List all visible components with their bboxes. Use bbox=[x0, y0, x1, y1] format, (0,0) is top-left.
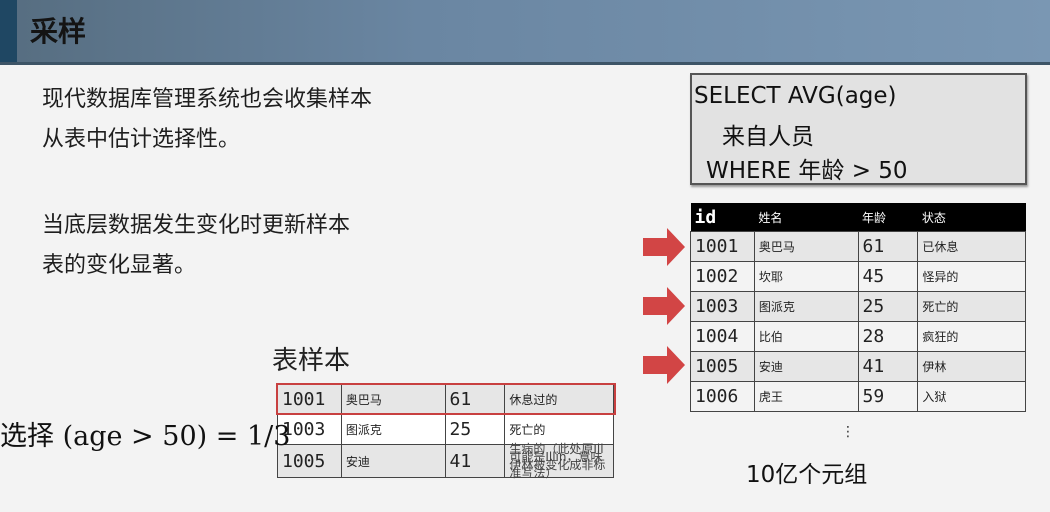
cell-status: 死亡的 bbox=[504, 414, 614, 445]
table-row: 1001 奥巴马 61 已休息 bbox=[690, 231, 1026, 262]
sample-row: 1005 安迪 41 生病的（此处原Ill可能是Illin，意味伊林被变化成非标… bbox=[277, 443, 614, 479]
cell-status: 已休息 bbox=[917, 231, 1026, 262]
column-header-name: 姓名 bbox=[754, 203, 859, 232]
table-row: 1004 比伯 28 疯狂的 bbox=[690, 321, 1026, 352]
intro-paragraph-2: 当底层数据发生变化时更新样本 表的变化显著。 bbox=[42, 206, 350, 286]
intro-line-2: 从表中估计选择性。 bbox=[42, 127, 241, 152]
cell-age: 41 bbox=[857, 351, 919, 382]
cell-status: 怪异的 bbox=[917, 261, 1026, 292]
title-accent bbox=[0, 0, 17, 62]
cell-id: 1003 bbox=[690, 291, 755, 322]
table-row: 1002 坎耶 45 怪异的 bbox=[690, 261, 1026, 292]
sample-arrow-icon bbox=[643, 228, 685, 266]
cell-name: 安迪 bbox=[340, 444, 446, 478]
cell-name: 图派克 bbox=[340, 414, 446, 445]
cell-status: 疯狂的 bbox=[917, 321, 1026, 352]
cell-name: 奥巴马 bbox=[753, 231, 859, 262]
title-bar: 采样 bbox=[0, 0, 1050, 65]
cell-id: 1004 bbox=[690, 321, 755, 352]
table-header-row: id 姓名 年龄 状态 bbox=[690, 203, 1026, 232]
cell-age: 25 bbox=[444, 414, 506, 445]
people-table: id 姓名 年龄 状态 1001 奥巴马 61 已休息 1002 坎耶 45 怪… bbox=[690, 203, 1026, 412]
cell-status: 入狱 bbox=[917, 381, 1026, 412]
cell-age: 41 bbox=[444, 444, 506, 478]
sample-row: 1003 图派克 25 死亡的 bbox=[277, 414, 614, 445]
sample-table-label: 表样本 bbox=[272, 346, 351, 376]
slide-title: 采样 bbox=[30, 15, 87, 48]
cell-id: 1001 bbox=[690, 231, 755, 262]
cell-status: 死亡的 bbox=[917, 291, 1026, 322]
table-row: 1005 安迪 41 伊林 bbox=[690, 351, 1026, 382]
ellipsis-icon: ⋮ bbox=[841, 424, 855, 440]
table-row: 1003 图派克 25 死亡的 bbox=[690, 291, 1026, 322]
cell-age: 28 bbox=[857, 321, 919, 352]
sample-highlight-box bbox=[276, 383, 616, 415]
sql-query-box: SELECT AVG(age) 来自人员 WHERE 年龄 > 50 bbox=[690, 73, 1027, 185]
column-header-status: 状态 bbox=[917, 203, 1026, 232]
cell-name: 比伯 bbox=[753, 321, 859, 352]
cell-name: 坎耶 bbox=[753, 261, 859, 292]
sql-line-2: 来自人员 bbox=[722, 124, 814, 150]
selectivity-formula: 选择 (age > 50) = 1/3 bbox=[0, 421, 291, 452]
cell-status: 伊林 bbox=[917, 351, 1026, 382]
cell-status: 生病的（此处原Ill可能是Illin，意味伊林被变化成非标准写法） bbox=[504, 443, 614, 479]
cell-id: 1002 bbox=[690, 261, 755, 292]
cell-age: 45 bbox=[857, 261, 919, 292]
intro-line-1: 现代数据库管理系统也会收集样本 bbox=[42, 87, 373, 112]
cell-id: 1006 bbox=[690, 381, 755, 412]
sample-arrow-icon bbox=[643, 287, 685, 325]
column-header-id: id bbox=[690, 203, 755, 232]
sql-line-1: SELECT AVG(age) bbox=[694, 83, 897, 109]
sample-arrow-icon bbox=[643, 346, 685, 384]
sql-line-3: WHERE 年龄 > 50 bbox=[706, 158, 908, 184]
intro-paragraph-1: 现代数据库管理系统也会收集样本 从表中估计选择性。 bbox=[42, 80, 372, 160]
cell-name: 虎王 bbox=[753, 381, 859, 412]
column-header-age: 年龄 bbox=[858, 203, 918, 232]
intro-line-4: 表的变化显著。 bbox=[42, 253, 197, 278]
table-row: 1006 虎王 59 入狱 bbox=[690, 381, 1026, 412]
intro-line-3: 当底层数据发生变化时更新样本 bbox=[42, 213, 351, 238]
cell-age: 61 bbox=[857, 231, 919, 262]
cell-id: 1005 bbox=[690, 351, 755, 382]
cell-age: 59 bbox=[857, 381, 919, 412]
cell-age: 25 bbox=[857, 291, 919, 322]
tuple-count-caption: 10亿个元组 bbox=[746, 462, 868, 488]
cell-name: 图派克 bbox=[753, 291, 859, 322]
cell-name: 安迪 bbox=[753, 351, 859, 382]
